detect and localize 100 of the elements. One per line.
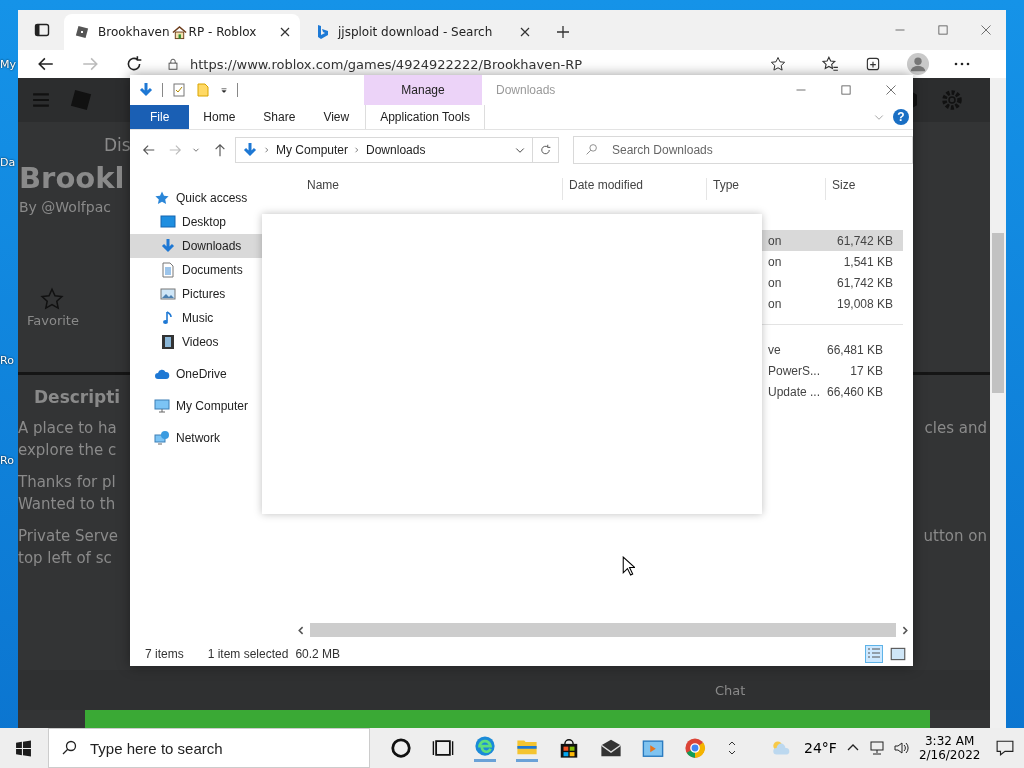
picture-icon — [160, 286, 176, 302]
chat-label[interactable]: Chat — [715, 682, 746, 698]
search-icon — [585, 143, 598, 156]
windows-logo-icon[interactable] — [15, 739, 32, 757]
file-type-text: on — [768, 233, 782, 248]
ribbon-tab[interactable]: View — [309, 105, 364, 129]
file-size-text: 1,541 KB — [843, 254, 894, 269]
reload-icon[interactable] — [125, 55, 143, 73]
notifications-icon[interactable] — [996, 739, 1015, 757]
more-menu-icon[interactable] — [954, 62, 970, 66]
large-icons-view-icon[interactable] — [889, 645, 907, 663]
house-icon — [171, 24, 187, 40]
properties-icon[interactable] — [171, 82, 187, 98]
network-icon — [154, 430, 170, 446]
star-icon — [154, 190, 170, 206]
temperature-text[interactable]: 24°F — [804, 740, 837, 756]
selection-size: 60.2 MB — [295, 647, 341, 661]
network-icon[interactable] — [868, 740, 885, 756]
file-size-text: 61,742 KB — [836, 233, 894, 248]
favorite-label[interactable]: Favorite — [27, 313, 79, 328]
edge-browser-icon[interactable] — [474, 734, 496, 762]
video-player-icon[interactable] — [642, 737, 664, 759]
address-field[interactable]: My Computer Downloads — [235, 137, 533, 163]
lock-icon — [166, 57, 180, 71]
back-arrow-icon[interactable] — [142, 143, 156, 157]
collections-icon[interactable] — [864, 55, 882, 73]
description-text: cles and — [924, 418, 987, 439]
search-icon — [61, 740, 77, 756]
manage-context-tab[interactable]: Manage — [364, 75, 482, 105]
page-nav-link[interactable]: Dis — [104, 135, 131, 155]
file-type-text: PowerS... — [768, 363, 821, 378]
breadcrumb-item[interactable]: Downloads — [366, 143, 426, 157]
description-text: top left of sc — [18, 548, 112, 569]
file-type-text: on — [768, 296, 782, 311]
desktop-icon-label[interactable]: Ro — [0, 454, 18, 468]
taskbar-search-field[interactable]: Type here to search — [48, 728, 370, 768]
task-view-icon[interactable] — [432, 737, 454, 759]
computer-icon — [154, 398, 170, 414]
breadcrumb-item[interactable]: My Computer — [276, 143, 349, 157]
file-tab[interactable]: File — [130, 105, 190, 129]
selection-count: 1 item selected — [207, 647, 289, 661]
circle-icon[interactable] — [390, 737, 412, 759]
column-header[interactable]: Type — [706, 178, 739, 200]
desktop-icon — [160, 214, 176, 230]
horizontal-scrollbar-thumb[interactable] — [310, 623, 896, 637]
profile-avatar-icon[interactable] — [907, 53, 929, 75]
new-tab-icon[interactable] — [556, 25, 570, 39]
file-size-text: 19,008 KB — [836, 296, 894, 311]
download-arrow-icon — [138, 82, 154, 98]
description-text: Wanted to th — [18, 494, 116, 515]
column-header[interactable]: Date modified — [562, 178, 644, 200]
close-tab-icon[interactable] — [520, 27, 530, 37]
document-icon — [160, 262, 176, 278]
browser-tab[interactable]: Brookhaven RP - Roblox — [64, 14, 300, 50]
description-text: utton on — [923, 526, 987, 547]
close-icon[interactable] — [980, 24, 992, 36]
refresh-icon[interactable] — [533, 137, 559, 163]
scroll-right-icon[interactable] — [900, 625, 909, 635]
chrome-browser-icon[interactable] — [684, 737, 706, 759]
dropdown-icon[interactable] — [219, 85, 229, 95]
ribbon-tab[interactable]: Share — [249, 105, 310, 129]
file-type-text: Update ... — [768, 384, 821, 399]
window-title: Downloads — [496, 83, 556, 97]
up-arrow-icon[interactable] — [213, 143, 227, 157]
desktop-icon-label[interactable]: Da — [0, 156, 18, 170]
ribbon-tab[interactable]: Home — [189, 105, 250, 129]
browser-tab[interactable]: jjsploit download - Search — [304, 14, 540, 50]
column-header[interactable]: Size — [825, 178, 856, 200]
search-field[interactable]: Search Downloads — [573, 136, 913, 164]
nav-pane-item[interactable]: Quick access — [130, 186, 293, 210]
file-type-text: ve — [768, 342, 781, 357]
mouse-pointer-icon — [622, 556, 635, 576]
clock-date[interactable]: 2/16/2022 — [918, 748, 981, 762]
star-icon[interactable] — [40, 287, 64, 311]
vertical-scrollbar[interactable] — [990, 78, 1006, 728]
download-arrow-icon — [242, 142, 258, 158]
back-arrow-icon[interactable] — [37, 55, 55, 73]
speaker-icon[interactable] — [892, 740, 909, 756]
description-text: A place to ha — [18, 418, 117, 439]
file-size-text: 66,481 KB — [826, 342, 884, 357]
maximize-icon[interactable] — [937, 24, 949, 36]
column-header[interactable]: Name — [301, 178, 339, 200]
film-icon — [160, 334, 176, 350]
description-text: explore the c — [18, 440, 117, 461]
description-text: Thanks for pl — [18, 472, 116, 493]
close-tab-icon[interactable] — [280, 27, 290, 37]
scroll-left-icon[interactable] — [297, 625, 306, 635]
favorites-icon[interactable] — [821, 55, 839, 73]
file-type-text: on — [768, 275, 782, 290]
shopping-bag-icon[interactable] — [558, 737, 580, 759]
close-icon[interactable] — [885, 84, 897, 96]
maximize-icon[interactable] — [840, 84, 852, 96]
game-creator[interactable]: By @Wolfpac — [19, 199, 111, 215]
help-button[interactable]: ? — [893, 109, 909, 125]
add-favorite-icon[interactable] — [770, 56, 786, 72]
clock-time[interactable]: 3:32 AM — [924, 734, 975, 748]
tab-actions-icon[interactable] — [34, 22, 50, 38]
desktop-icon-label[interactable]: Ro — [0, 354, 18, 368]
file-size-text: 17 KB — [850, 363, 884, 378]
envelope-icon[interactable] — [600, 737, 622, 759]
